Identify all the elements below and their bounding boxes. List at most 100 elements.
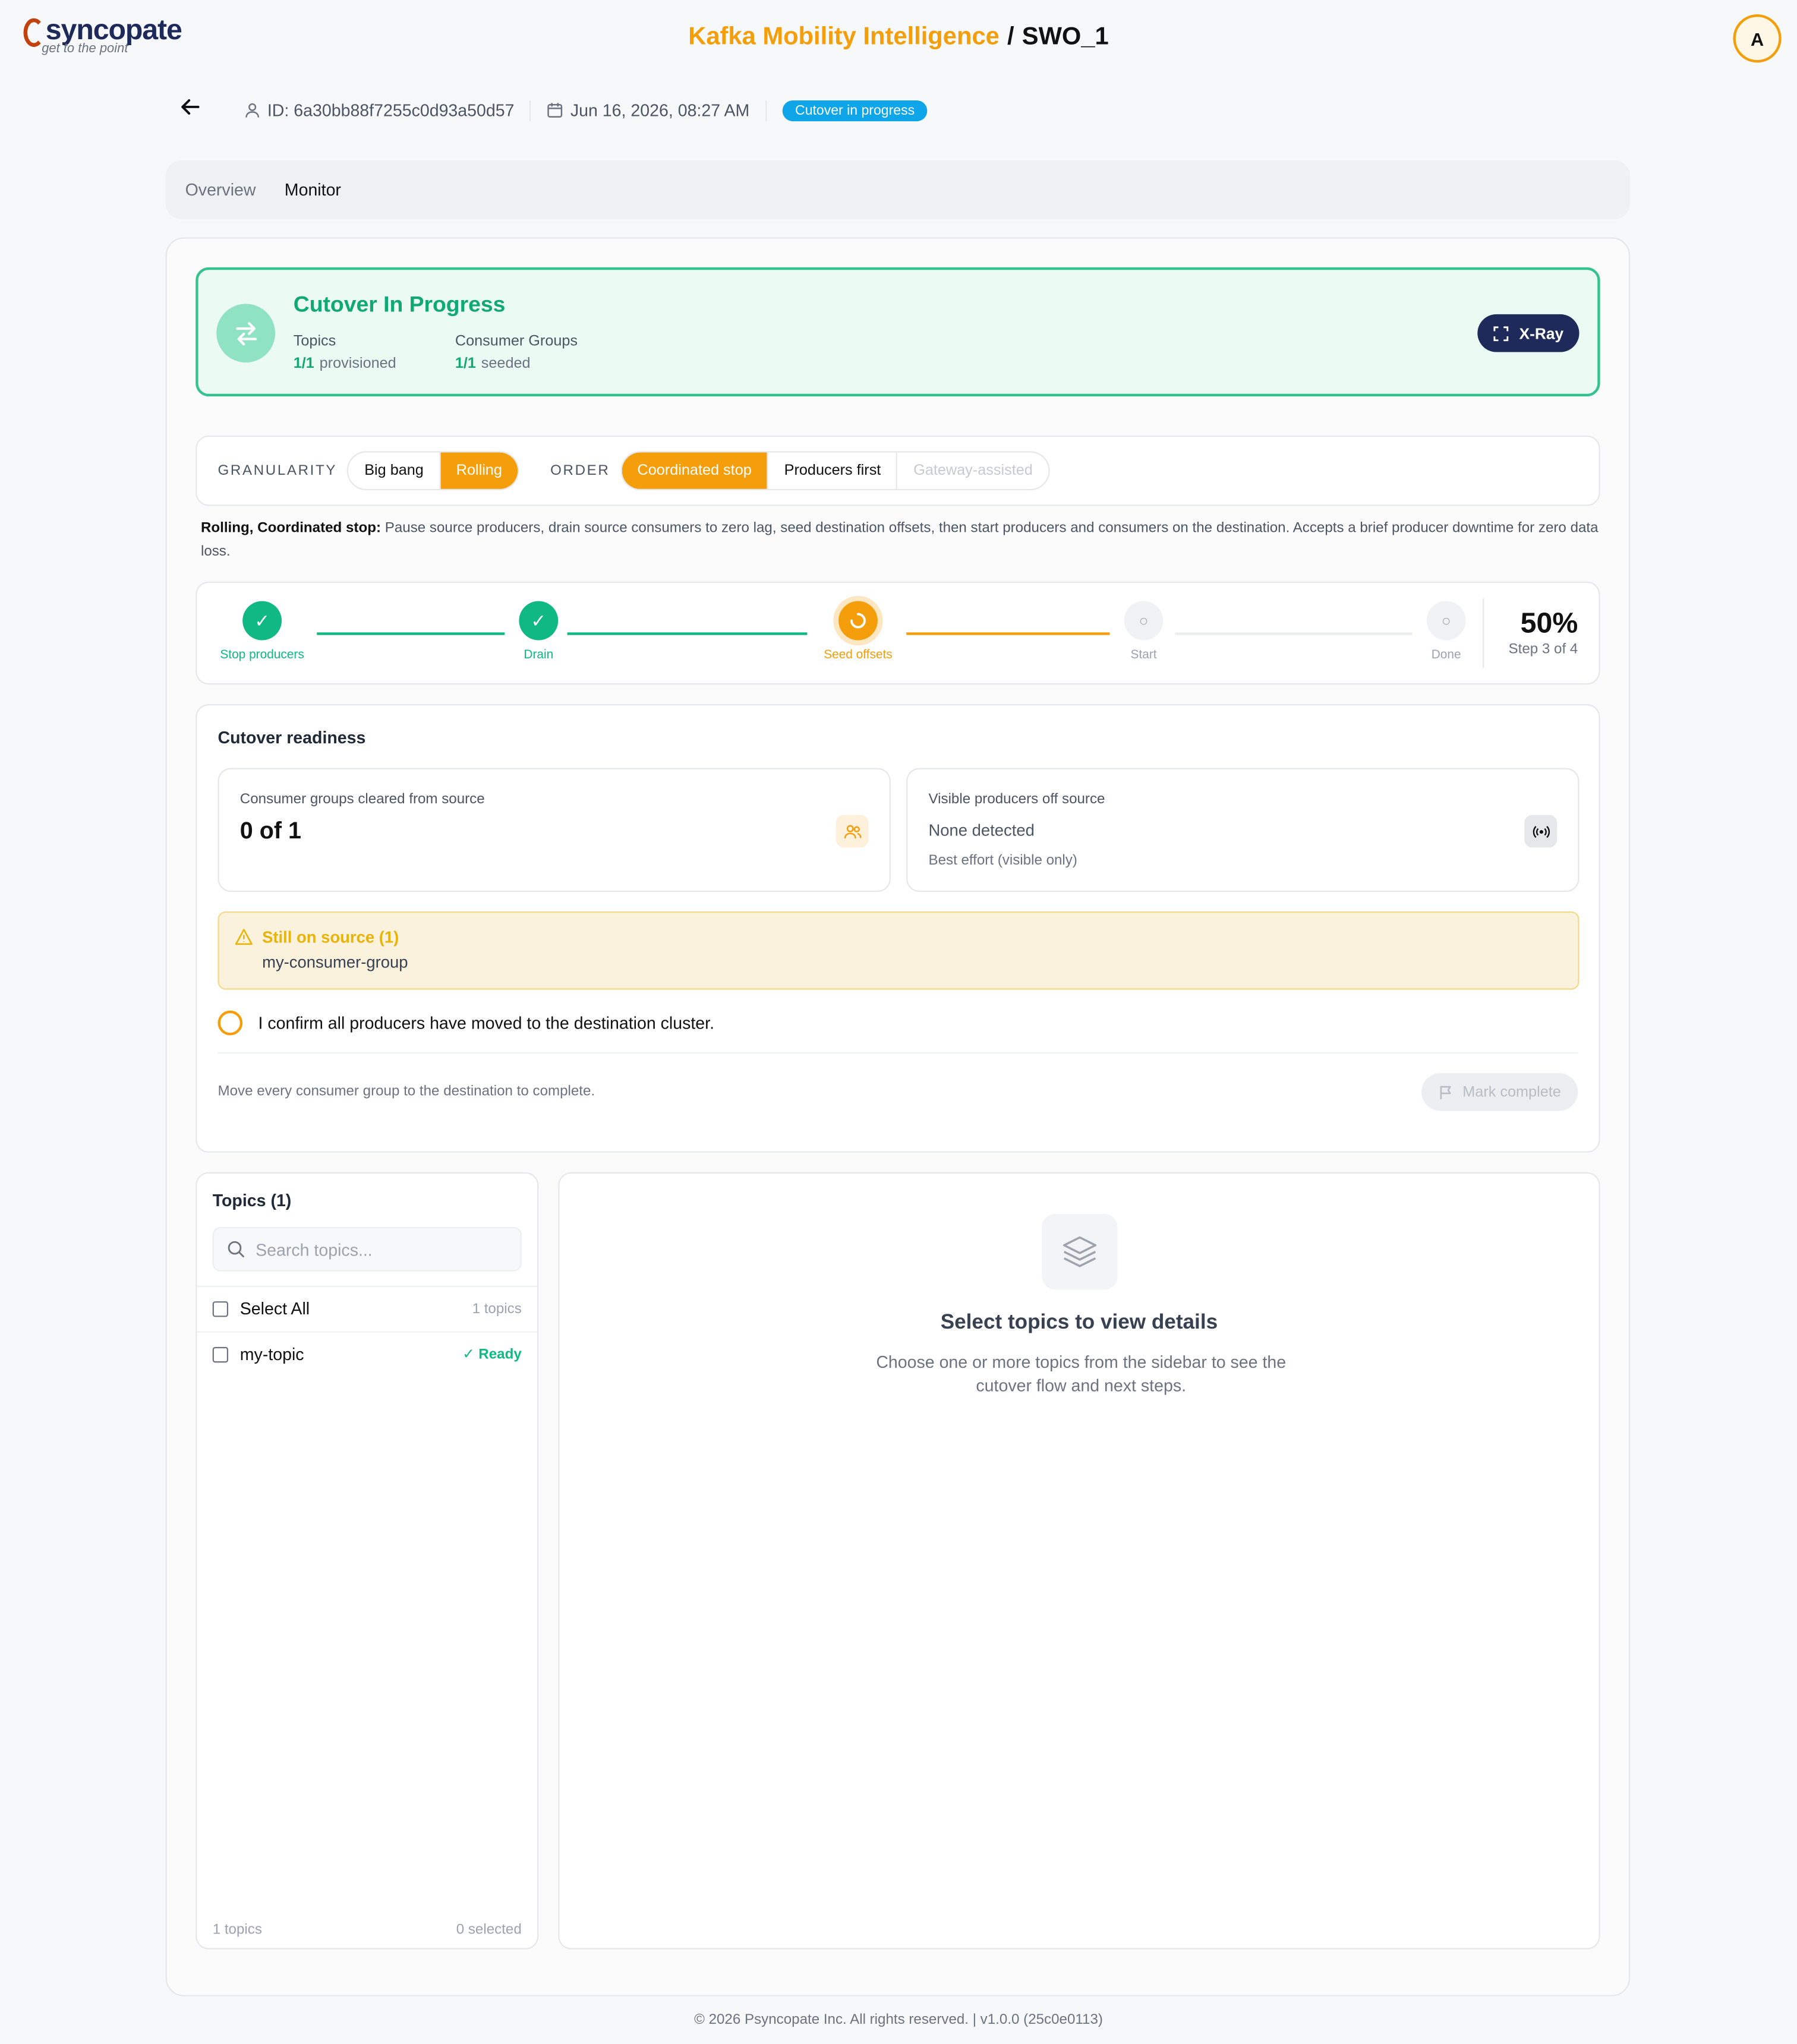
circle-icon: ○ — [1124, 601, 1164, 641]
topics-footer-selected: 0 selected — [456, 1922, 522, 1938]
consumer-groups-card-value: 0 of 1 — [239, 817, 301, 844]
topics-footer-count: 1 topics — [212, 1922, 262, 1938]
topic-name: my-topic — [239, 1344, 304, 1364]
scan-icon — [1493, 326, 1509, 341]
page-name: SWO_1 — [1022, 23, 1109, 51]
topic-detail-pane: Select topics to view details Choose one… — [558, 1172, 1600, 1950]
spinner-icon — [838, 601, 878, 641]
step-drain: ✓ Drain — [480, 601, 598, 663]
page-title: Kafka Mobility Intelligence / SWO_1 — [0, 24, 1797, 52]
progress-divider — [1483, 598, 1484, 668]
divider — [217, 1052, 1578, 1054]
order-gateway-assisted: Gateway-assisted — [913, 463, 1033, 479]
xray-button[interactable]: X-Ray — [1477, 314, 1580, 352]
topic-status: ✓ Ready — [462, 1346, 521, 1363]
granularity-rolling[interactable]: Rolling — [440, 452, 518, 489]
meta-row: ID: 6a30bb88f7255c0d93a50d57 Jun 16, 202… — [179, 95, 928, 125]
xray-label: X-Ray — [1519, 324, 1564, 343]
check-icon: ✓ — [242, 601, 282, 641]
meta-id-text: ID: 6a30bb88f7255c0d93a50d57 — [267, 100, 515, 120]
user-icon — [245, 103, 260, 118]
topics-stat-value: 1/1 — [293, 356, 314, 372]
select-all-count: 1 topics — [472, 1300, 522, 1317]
mark-complete-label: Mark complete — [1462, 1084, 1561, 1100]
order-coordinated-stop[interactable]: Coordinated stop — [622, 452, 769, 489]
step-seed-offsets: Seed offsets — [799, 601, 917, 663]
consumer-groups-card: Consumer groups cleared from source 0 of… — [217, 768, 891, 892]
page: syncopate get to the point Kafka Mobilit… — [0, 0, 1797, 2044]
check-icon: ✓ — [519, 601, 559, 641]
select-all-checkbox[interactable] — [212, 1300, 229, 1317]
producers-confirm[interactable]: I confirm all producers have moved to th… — [217, 1010, 715, 1036]
monitor-panel: Cutover In Progress Topics 1/1 provisione… — [165, 237, 1631, 1996]
confirm-label: I confirm all producers have moved to th… — [258, 1013, 715, 1033]
progress-step-text: Step 3 of 4 — [1508, 641, 1578, 658]
producers-card-value: None detected — [928, 821, 1035, 840]
groups-stat-label: Consumer Groups — [455, 333, 578, 350]
meta-date: Jun 16, 2026, 08:27 AM — [547, 100, 749, 120]
topics-stat-unit: provisioned — [319, 356, 396, 372]
select-all-row[interactable]: Select All 1 topics — [197, 1285, 538, 1330]
cutover-stepper: ✓ Stop producers ✓ Drain Seed offsets ○ … — [196, 581, 1600, 685]
consumer-groups-card-title: Consumer groups cleared from source — [239, 791, 485, 807]
alert-item: my-consumer-group — [262, 953, 408, 971]
app-title[interactable]: Kafka Mobility Intelligence — [688, 24, 1000, 51]
meta-divider — [765, 99, 767, 121]
step-label: Drain — [524, 648, 554, 663]
step-connector — [1175, 632, 1413, 635]
readiness-title: Cutover readiness — [217, 727, 366, 747]
granularity-label: GRANULARITY — [217, 463, 338, 479]
tab-overview[interactable]: Overview — [185, 180, 256, 200]
topics-sidebar: Topics (1) Select All 1 topics my-topic … — [196, 1172, 539, 1950]
broadcast-icon — [1524, 815, 1558, 848]
producers-card: Visible producers off source None detect… — [906, 768, 1580, 892]
strategy-description-text: Pause source producers, drain source con… — [200, 520, 1599, 560]
topics-stat-label: Topics — [293, 333, 336, 350]
step-connector — [906, 632, 1110, 635]
warning-icon — [235, 928, 253, 949]
step-label: Seed offsets — [824, 648, 893, 663]
order-producers-first[interactable]: Producers first — [768, 452, 898, 489]
meta-divider — [529, 99, 532, 121]
calendar-icon — [548, 103, 563, 118]
order-toggle: Coordinated stop Producers first Gateway… — [620, 451, 1050, 491]
step-connector — [317, 632, 505, 635]
step-done: ○ Done — [1388, 601, 1505, 663]
progress-percent: 50% — [1520, 606, 1578, 639]
topic-checkbox[interactable] — [212, 1346, 229, 1362]
topics-search[interactable] — [212, 1227, 522, 1272]
confirm-radio[interactable] — [217, 1010, 243, 1036]
step-label: Stop producers — [220, 648, 304, 663]
select-all-label: Select All — [239, 1298, 310, 1318]
circle-icon: ○ — [1426, 601, 1466, 641]
topics-footer: 1 topics 0 selected — [213, 1922, 522, 1938]
step-start: ○ Start — [1085, 601, 1203, 663]
tab-bar: Overview Monitor — [165, 160, 1631, 219]
avatar[interactable]: A — [1733, 14, 1782, 63]
empty-state-description: Choose one or more topics from the sideb… — [876, 1352, 1287, 1396]
search-input[interactable] — [256, 1239, 517, 1259]
meta-id: ID: 6a30bb88f7255c0d93a50d57 — [244, 100, 515, 120]
meta-date-text: Jun 16, 2026, 08:27 AM — [570, 100, 750, 120]
status-title: Cutover In Progress — [293, 292, 506, 317]
granularity-big-bang[interactable]: Big bang — [349, 452, 441, 489]
step-connector — [567, 632, 808, 635]
back-arrow-icon[interactable] — [179, 95, 203, 125]
step-label: Start — [1130, 648, 1157, 663]
groups-stat: Consumer Groups 1/1 seeded — [455, 334, 578, 372]
footer-copyright: © 2026 Psyncopate Inc. All rights reserv… — [694, 2012, 1103, 2028]
step-stop-producers: ✓ Stop producers — [203, 601, 321, 663]
users-icon — [836, 815, 869, 848]
layers-icon — [1042, 1214, 1118, 1290]
title-separator: / — [1007, 23, 1014, 51]
step-label: Done — [1431, 648, 1461, 663]
check-icon: ✓ — [462, 1346, 479, 1363]
producers-card-note: Best effort (visible only) — [928, 853, 1077, 869]
strategy-description-heading: Rolling, Coordinated stop: — [200, 520, 382, 536]
list-item[interactable]: my-topic ✓ Ready — [197, 1331, 538, 1376]
progress-summary: 50% Step 3 of 4 — [1509, 606, 1578, 657]
mark-complete-button[interactable]: Mark complete — [1421, 1073, 1578, 1111]
granularity-toggle: Big bang Rolling — [347, 451, 519, 491]
producers-card-title: Visible producers off source — [928, 791, 1105, 807]
tab-monitor[interactable]: Monitor — [285, 180, 341, 200]
